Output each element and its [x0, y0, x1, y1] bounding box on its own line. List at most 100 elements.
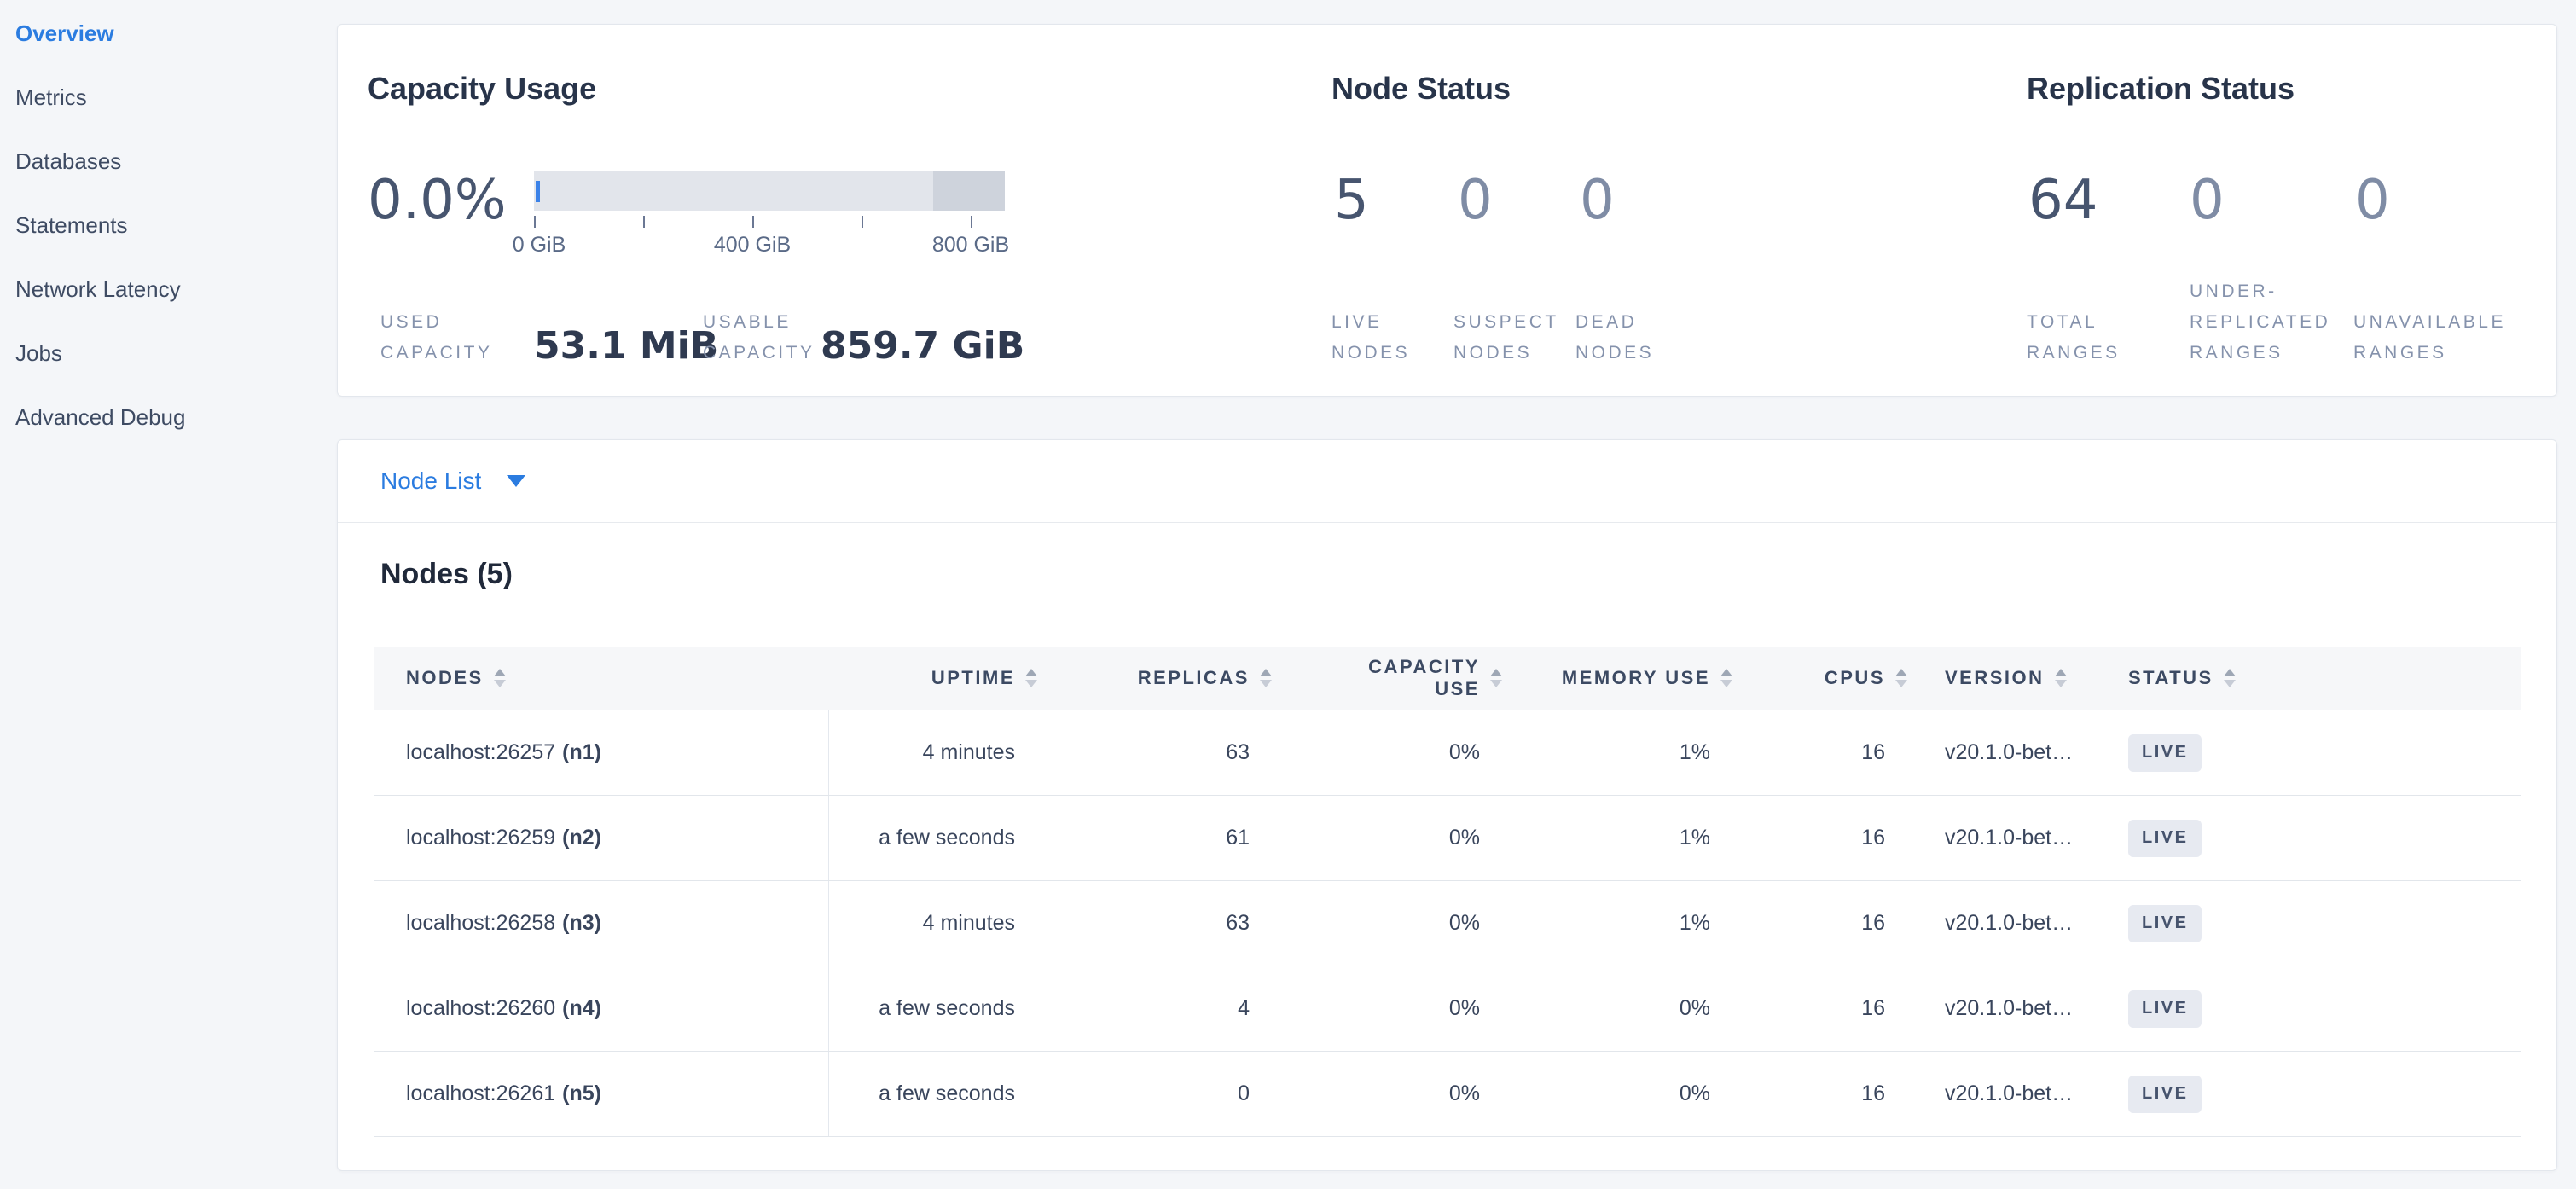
header-capacity-use-label: CAPACITYUSE: [1368, 656, 1480, 700]
nodes-count-title: Nodes (5): [380, 558, 513, 591]
suspect-label-line1: SUSPECT: [1453, 312, 1559, 332]
memory-use-cell: 1%: [1502, 881, 1732, 966]
table-row-n5[interactable]: localhost:26261(n5) a few seconds 0 0% 0…: [374, 1052, 2521, 1137]
capacity-gauge-reserved-segment: [933, 171, 1005, 211]
sidebar-item-advanced-debug[interactable]: Advanced Debug: [0, 386, 337, 450]
node-list-dropdown-label: Node List: [380, 467, 481, 495]
cluster-summary-card: Capacity Usage 0.0% 0 GiB 400 GiB 800 Gi…: [337, 24, 2557, 397]
node-address-cell[interactable]: localhost:26259(n2): [374, 796, 829, 880]
node-address-cell[interactable]: localhost:26258(n3): [374, 881, 829, 966]
version-cell: v20.1.0-bet…: [1907, 796, 2116, 880]
gauge-axis-tick: [643, 216, 645, 228]
header-cpus[interactable]: CPUS: [1732, 647, 1907, 710]
sidebar-item-databases[interactable]: Databases: [0, 130, 337, 194]
unavailable-ranges-count: 0: [2355, 168, 2390, 233]
dead-label-line1: DEAD: [1575, 312, 1637, 332]
header-nodes-label: NODES: [406, 667, 484, 689]
suspect-nodes-label: SUSPECTNODES: [1453, 307, 1559, 368]
uptime-cell: 4 minutes: [829, 881, 1037, 966]
sidebar-item-jobs[interactable]: Jobs: [0, 322, 337, 386]
node-address: localhost:26260: [406, 996, 555, 1021]
capacity-use-cell: 0%: [1272, 710, 1502, 795]
capacity-gauge: [534, 171, 1005, 211]
node-id: (n2): [562, 826, 601, 850]
version-cell: v20.1.0-bet…: [1907, 710, 2116, 795]
sidebar-item-network-latency[interactable]: Network Latency: [0, 258, 337, 322]
node-list-dropdown[interactable]: Node List: [338, 440, 2556, 523]
node-id: (n4): [562, 996, 601, 1021]
used-capacity-label: USED CAPACITY: [380, 307, 492, 368]
gauge-axis-label-400: 400 GiB: [714, 233, 791, 258]
header-memory-use[interactable]: MEMORY USE: [1502, 647, 1732, 710]
used-capacity-value: 53.1 MiB: [534, 325, 718, 368]
header-capacity-use[interactable]: CAPACITYUSE: [1272, 647, 1502, 710]
node-id: (n5): [562, 1082, 601, 1106]
table-row-n3[interactable]: localhost:26258(n3) 4 minutes 63 0% 1% 1…: [374, 881, 2521, 966]
unavailable-label-line2: RANGES: [2353, 343, 2447, 362]
node-address-cell[interactable]: localhost:26261(n5): [374, 1052, 829, 1136]
status-cell: LIVE: [2116, 796, 2521, 880]
chevron-down-icon: [507, 475, 525, 487]
table-row-n1[interactable]: localhost:26257(n1) 4 minutes 63 0% 1% 1…: [374, 710, 2521, 796]
capacity-usage-title: Capacity Usage: [368, 72, 596, 106]
header-replicas[interactable]: REPLICAS: [1037, 647, 1272, 710]
header-status[interactable]: STATUS: [2116, 647, 2521, 710]
suspect-nodes-count: 0: [1458, 168, 1493, 233]
sidebar-item-statements[interactable]: Statements: [0, 194, 337, 258]
nodes-table: NODES UPTIME REPLICAS CAPACITYUSE MEMORY…: [374, 647, 2521, 1137]
sort-icon: [1025, 669, 1037, 687]
status-badge: LIVE: [2128, 1076, 2202, 1113]
replicas-cell: 4: [1037, 966, 1272, 1051]
status-cell: LIVE: [2116, 1052, 2521, 1136]
node-list-card: Node List Nodes (5) NODES UPTIME REPLICA…: [337, 439, 2557, 1171]
table-row-n2[interactable]: localhost:26259(n2) a few seconds 61 0% …: [374, 796, 2521, 881]
sidebar-item-overview[interactable]: Overview: [0, 2, 337, 66]
unavailable-label-line1: UNAVAILABLE: [2353, 312, 2506, 332]
status-cell: LIVE: [2116, 966, 2521, 1051]
sort-icon: [1490, 669, 1502, 687]
capacity-use-cell: 0%: [1272, 1052, 1502, 1136]
cpus-cell: 16: [1732, 881, 1907, 966]
replicas-cell: 0: [1037, 1052, 1272, 1136]
node-address-cell[interactable]: localhost:26257(n1): [374, 710, 829, 795]
header-uptime[interactable]: UPTIME: [829, 647, 1037, 710]
dead-label-line2: NODES: [1575, 343, 1654, 362]
cpus-cell: 16: [1732, 710, 1907, 795]
sidebar-item-metrics[interactable]: Metrics: [0, 66, 337, 130]
replicas-cell: 63: [1037, 881, 1272, 966]
cpus-cell: 16: [1732, 966, 1907, 1051]
capacity-use-cell: 0%: [1272, 881, 1502, 966]
capacity-gauge-used-tick: [536, 181, 540, 202]
gauge-axis-tick: [752, 216, 754, 228]
capacity-used-percent: 0.0%: [368, 168, 507, 233]
gauge-axis-label-0: 0 GiB: [513, 233, 566, 258]
header-nodes[interactable]: NODES: [374, 647, 829, 710]
memory-use-cell: 1%: [1502, 796, 1732, 880]
version-cell: v20.1.0-bet…: [1907, 966, 2116, 1051]
status-cell: LIVE: [2116, 881, 2521, 966]
node-address: localhost:26257: [406, 740, 555, 765]
node-status-title: Node Status: [1332, 72, 1511, 106]
status-badge: LIVE: [2128, 734, 2202, 772]
node-id: (n3): [562, 911, 601, 936]
uptime-cell: a few seconds: [829, 966, 1037, 1051]
used-capacity-label-line2: CAPACITY: [380, 343, 492, 362]
table-row-n4[interactable]: localhost:26260(n4) a few seconds 4 0% 0…: [374, 966, 2521, 1052]
total-ranges-count: 64: [2028, 168, 2097, 233]
live-label-line1: LIVE: [1332, 312, 1383, 332]
header-version-label: VERSION: [1945, 667, 2045, 689]
header-capacity-line2: USE: [1435, 678, 1480, 699]
gauge-axis-tick: [862, 216, 863, 228]
used-capacity-label-line1: USED: [380, 312, 442, 332]
header-uptime-label: UPTIME: [931, 667, 1015, 689]
memory-use-cell: 0%: [1502, 1052, 1732, 1136]
node-address-cell[interactable]: localhost:26260 (n4): [374, 966, 829, 1051]
replicas-cell: 61: [1037, 796, 1272, 880]
total-ranges-label-line2: RANGES: [2027, 343, 2121, 362]
replication-status-title: Replication Status: [2027, 72, 2295, 106]
sort-icon: [2224, 669, 2236, 687]
header-version[interactable]: VERSION: [1907, 647, 2116, 710]
capacity-use-cell: 0%: [1272, 796, 1502, 880]
usable-capacity-label-line1: USABLE: [703, 312, 792, 332]
status-cell: LIVE: [2116, 710, 2521, 795]
